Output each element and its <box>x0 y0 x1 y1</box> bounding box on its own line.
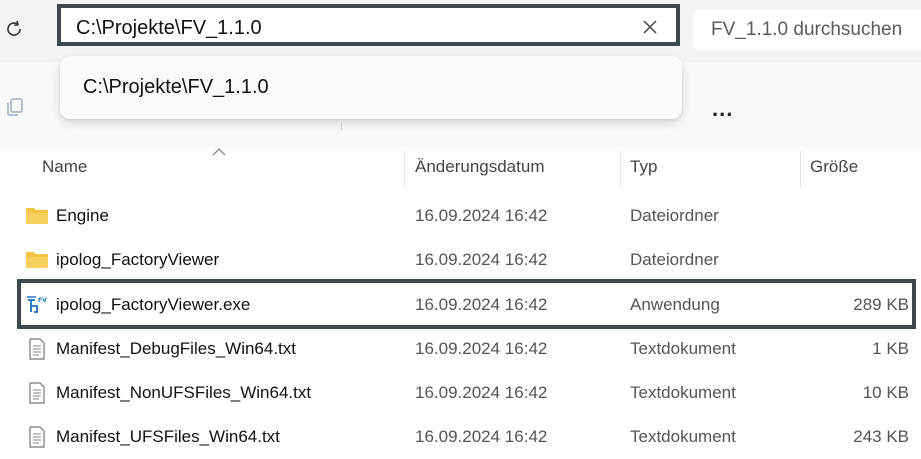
file-size: 10 KB <box>862 383 909 402</box>
text-file-icon <box>29 338 45 360</box>
search-placeholder: FV_1.1.0 durchsuchen <box>711 19 903 40</box>
file-row-factoryviewer-folder[interactable]: ipolog_FactoryViewer 16.09.2024 16:42 Da… <box>0 238 921 282</box>
more-options-button[interactable]: ... <box>712 96 733 122</box>
file-name: Manifest_UFSFiles_Win64.txt <box>56 427 280 446</box>
file-name: Manifest_DebugFiles_Win64.txt <box>56 339 297 358</box>
file-date: 16.09.2024 16:42 <box>415 427 548 446</box>
sort-ascending-icon <box>212 148 226 156</box>
file-type: Textdokument <box>630 339 736 358</box>
file-row-manifest-debug[interactable]: Manifest_DebugFiles_Win64.txt 16.09.2024… <box>0 327 921 371</box>
text-file-icon <box>29 426 45 448</box>
column-header-name[interactable]: Name <box>42 157 87 177</box>
file-size: 243 KB <box>853 427 909 446</box>
column-divider[interactable] <box>620 150 621 188</box>
file-name: Engine <box>56 206 109 225</box>
file-row-manifest-ufs[interactable]: Manifest_UFSFiles_Win64.txt 16.09.2024 1… <box>0 415 921 459</box>
command-separator <box>341 122 342 130</box>
refresh-icon <box>7 20 21 36</box>
file-date: 16.09.2024 16:42 <box>415 339 548 358</box>
file-size: 1 KB <box>872 339 909 358</box>
folder-icon <box>26 208 48 224</box>
file-type: Dateiordner <box>630 206 719 225</box>
copy-icon[interactable] <box>4 96 26 118</box>
file-name: ipolog_FactoryViewer <box>56 250 220 269</box>
refresh-button[interactable] <box>2 17 26 41</box>
file-type: Dateiordner <box>630 250 719 269</box>
file-row-manifest-nonufs[interactable]: Manifest_NonUFSFiles_Win64.txt 16.09.202… <box>0 371 921 415</box>
file-date: 16.09.2024 16:42 <box>415 383 548 402</box>
column-header-row: Name Änderungsdatum Typ Größe <box>0 148 921 188</box>
file-date: 16.09.2024 16:42 <box>415 250 548 269</box>
address-suggestion-dropdown: C:\Projekte\FV_1.1.0 <box>60 56 682 119</box>
file-type: Textdokument <box>630 427 736 446</box>
column-header-type[interactable]: Typ <box>630 157 657 177</box>
text-file-icon <box>29 382 45 404</box>
column-divider[interactable] <box>800 150 801 188</box>
column-header-size[interactable]: Größe <box>810 157 858 177</box>
column-header-date[interactable]: Änderungsdatum <box>415 157 544 177</box>
column-divider[interactable] <box>404 150 405 188</box>
highlight-frame <box>17 279 916 329</box>
folder-icon <box>26 252 48 268</box>
file-date: 16.09.2024 16:42 <box>415 206 548 225</box>
search-box[interactable]: FV_1.1.0 durchsuchen <box>693 10 921 50</box>
file-type: Textdokument <box>630 383 736 402</box>
address-bar[interactable]: C:\Projekte\FV_1.1.0 <box>57 4 680 46</box>
address-suggestion-item[interactable]: C:\Projekte\FV_1.1.0 <box>83 76 269 99</box>
address-path: C:\Projekte\FV_1.1.0 <box>76 17 262 39</box>
close-icon[interactable] <box>640 17 660 37</box>
file-name: Manifest_NonUFSFiles_Win64.txt <box>56 383 312 402</box>
file-row-engine[interactable]: Engine 16.09.2024 16:42 Dateiordner <box>0 194 921 238</box>
